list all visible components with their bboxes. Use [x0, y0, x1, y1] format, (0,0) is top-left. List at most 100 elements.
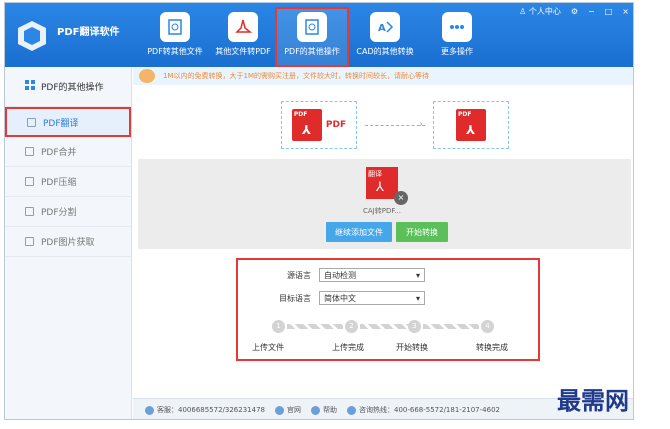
source-language-label: 源语言	[287, 270, 311, 280]
website-link[interactable]: 官网	[274, 405, 301, 415]
sidebar-item-label: PDF分割	[41, 208, 77, 218]
flow-label: PDF	[325, 120, 347, 130]
compress-doc-icon	[25, 177, 34, 186]
help-icon	[310, 405, 320, 415]
minimize-button[interactable]: −	[588, 7, 595, 16]
mascot-icon	[139, 69, 155, 83]
grid-icon	[25, 80, 35, 93]
step-dot: 4	[481, 320, 494, 333]
source-language-value: 自动检测	[324, 270, 356, 280]
toolbar-label: 其他文件转PDF	[215, 47, 271, 56]
file-badge: 翻译	[368, 170, 382, 178]
sidebar-item-pdf-split[interactable]: PDF分割	[5, 197, 131, 227]
step-connector	[287, 324, 343, 329]
svg-text:A: A	[378, 23, 386, 34]
sidebar-header: PDF的其他操作	[5, 67, 131, 107]
target-language-select[interactable]: 简体中文 ▾	[319, 291, 425, 305]
help-link[interactable]: 帮助	[310, 405, 337, 415]
file-drop-zone[interactable]: 翻译 ⅄ × CAJ转PDF... 继续添加文件 开始转换	[138, 159, 631, 249]
progress-steps: 1 2 3 4	[272, 320, 494, 334]
target-language-value: 简体中文	[324, 293, 356, 303]
toolbar-label: CAD的其他转换	[356, 47, 414, 56]
toolbar-pdf-other-ops[interactable]: PDF的其他操作	[275, 7, 349, 67]
chevron-down-icon: ▾	[415, 293, 420, 303]
app-logo	[15, 19, 49, 53]
toolbar-more[interactable]: 更多操作	[419, 9, 495, 65]
merge-doc-icon	[25, 147, 34, 156]
gear-doc-icon	[297, 12, 327, 42]
close-button[interactable]: ×	[622, 7, 629, 16]
step-dot: 3	[408, 320, 421, 333]
maximize-button[interactable]: □	[605, 7, 613, 16]
sidebar-header-label: PDF的其他操作	[41, 83, 104, 93]
customer-service: 客服：4006685572/326231478	[145, 405, 265, 415]
hotline-text: 咨询热线：400-668-5572/181-2107-4602	[358, 406, 500, 414]
user-center-link[interactable]: ♙ 个人中心	[519, 6, 561, 17]
pdf-file-icon: PDF ⅄	[291, 109, 322, 141]
watermark: 最需网	[557, 386, 629, 415]
service-text: 客服：4006685572/326231478	[157, 406, 265, 414]
flow-source-box: PDF ⅄ PDF	[281, 101, 357, 149]
split-doc-icon	[25, 207, 34, 216]
notice-bar: 1M以内的免费转换，大于1M的需购买注册，文件较大时，转换时间较长，请耐心等待	[133, 67, 633, 85]
file-name: CAJ转PDF...	[363, 207, 401, 215]
home-icon	[274, 405, 284, 415]
flow-arrow-line	[365, 125, 425, 126]
step-connector	[423, 324, 479, 329]
sidebar-item-pdf-image-extract[interactable]: PDF图片获取	[5, 227, 131, 257]
sidebar: PDF的其他操作 PDF翻译 PDF合并 PDF压缩 PDF分割 PDF图片获取	[5, 67, 132, 419]
toolbar-label: PDF的其他操作	[284, 47, 340, 56]
notice-text: 1M以内的免费转换，大于1M的需购买注册，文件较大时，转换时间较长，请耐心等待	[163, 72, 429, 80]
website-label: 官网	[286, 406, 301, 414]
sidebar-item-label: PDF合并	[41, 148, 77, 158]
sidebar-item-label: PDF翻译	[43, 118, 79, 129]
start-convert-button[interactable]: 开始转换	[396, 222, 448, 242]
settings-icon[interactable]: ⚙	[571, 7, 578, 16]
step-label: 上传文件	[252, 343, 284, 352]
window-controls: ♙ 个人中心 ⚙ − □ ×	[519, 6, 629, 17]
chevron-down-icon: ▾	[415, 270, 420, 280]
user-center-label: 个人中心	[528, 7, 561, 16]
toolbar-other-to-pdf[interactable]: 其他文件转PDF	[205, 9, 281, 65]
source-language-row: 源语言 自动检测 ▾	[266, 268, 426, 282]
pdf-file-thumbnail[interactable]: 翻译 ⅄	[366, 167, 398, 199]
language-panel: 源语言 自动检测 ▾ 目标语言 简体中文 ▾ 1 2 3 4 上传文件 上传完成…	[236, 258, 540, 361]
step-label: 开始转换	[396, 343, 428, 352]
user-icon: ♙	[519, 7, 527, 16]
remove-file-icon[interactable]: ×	[394, 191, 408, 205]
source-language-select[interactable]: 自动检测 ▾	[319, 268, 425, 282]
sidebar-item-label: PDF压缩	[41, 178, 77, 188]
more-dots-icon	[442, 12, 472, 42]
flow-target-box: PDF ⅄	[433, 101, 509, 149]
pdf-file-icon: PDF ⅄	[456, 109, 486, 141]
acrobat-icon	[228, 12, 258, 42]
sidebar-item-label: PDF图片获取	[41, 238, 95, 248]
acrobat-icon: ⅄	[376, 180, 384, 195]
sidebar-item-pdf-compress[interactable]: PDF压缩	[5, 167, 131, 197]
sidebar-item-pdf-translate[interactable]: PDF翻译	[5, 107, 131, 137]
cad-icon: A	[370, 12, 400, 42]
toolbar-label: PDF转其他文件	[147, 47, 203, 56]
target-language-row: 目标语言 简体中文 ▾	[266, 291, 426, 305]
app-title: PDF翻译软件	[57, 27, 120, 38]
phone-icon	[346, 405, 356, 415]
add-file-button[interactable]: 继续添加文件	[326, 222, 392, 242]
app-window: PDF翻译软件 PDF转其他文件 其他文件转PDF PDF的其他操作 A CAD…	[4, 2, 634, 420]
toolbar-label: 更多操作	[441, 47, 473, 56]
step-dot: 1	[272, 320, 285, 333]
toolbar-pdf-to-other[interactable]: PDF转其他文件	[137, 9, 213, 65]
help-label: 帮助	[322, 406, 337, 414]
step-label: 上传完成	[332, 343, 364, 352]
translate-doc-icon	[27, 117, 36, 127]
hotline: 咨询热线：400-668-5572/181-2107-4602	[346, 405, 500, 415]
target-language-label: 目标语言	[279, 293, 311, 303]
step-label: 转换完成	[476, 343, 508, 352]
sidebar-item-pdf-merge[interactable]: PDF合并	[5, 137, 131, 167]
main-panel: 1M以内的免费转换，大于1M的需购买注册，文件较大时，转换时间较长，请耐心等待 …	[133, 67, 633, 419]
service-icon	[145, 405, 154, 415]
toolbar-cad-convert[interactable]: A CAD的其他转换	[347, 9, 423, 65]
image-extract-icon	[25, 237, 34, 246]
gear-doc-icon	[160, 12, 190, 42]
step-dot: 2	[345, 320, 358, 333]
chevron-right-icon: ›	[419, 119, 423, 130]
